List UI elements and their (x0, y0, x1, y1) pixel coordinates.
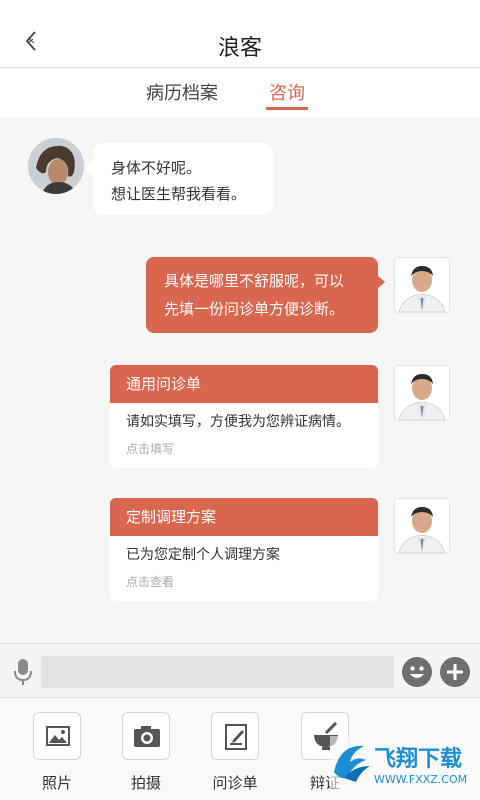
doctor-avatar[interactable] (394, 365, 450, 421)
doctor-message-line: 具体是哪里不舒服呢，可以 (164, 272, 345, 290)
tool-label: 问诊单 (212, 774, 258, 792)
tool-label: 拍摄 (130, 774, 161, 792)
photo-tool[interactable]: 照片 (22, 712, 92, 793)
emoji-button[interactable] (402, 657, 432, 687)
form-tool[interactable]: 问诊单 (200, 712, 270, 793)
patient-message-bubble: 身体不好呢。 想让医生帮我看看。 (86, 143, 273, 215)
watermark-url: WWW.FXXZ.COM (374, 773, 467, 786)
patient-message-line: 身体不好呢。 (111, 159, 202, 177)
tab-consultation[interactable]: 咨询 (269, 79, 305, 105)
form-icon (211, 712, 259, 760)
doctor-message-bubble: 具体是哪里不舒服呢，可以 先填一份问诊单方便诊断。 (146, 257, 385, 333)
active-tab-indicator (266, 107, 308, 110)
doctor-avatar-image (395, 499, 449, 553)
microphone-icon[interactable] (12, 658, 34, 686)
tab-medical-records[interactable]: 病历档案 (146, 79, 218, 105)
tool-label: 照片 (41, 774, 72, 792)
card-title: 定制调理方案 (110, 498, 378, 536)
page-title: 浪客 (217, 36, 262, 61)
message-input[interactable] (41, 656, 394, 688)
doctor-message-line: 先填一份问诊单方便诊断。 (164, 300, 345, 318)
watermark-brand: 飞翔下载 (374, 746, 462, 772)
more-options-button[interactable] (440, 657, 470, 687)
message-input-bar (0, 643, 480, 697)
camera-tool[interactable]: 拍摄 (111, 712, 181, 793)
doctor-avatar-image (395, 258, 449, 312)
custom-plan-card[interactable]: 定制调理方案 已为您定制个人调理方案 点击查看 (110, 498, 378, 601)
tab-bar: 病历档案 咨询 (0, 69, 480, 117)
site-watermark: 飞翔下载 WWW.FXXZ.COM (330, 736, 476, 792)
doctor-avatar[interactable] (394, 257, 450, 313)
patient-message-line: 想让医生帮我看看。 (111, 185, 247, 203)
top-bar: 浪客 (0, 0, 480, 68)
consultation-form-card[interactable]: 通用问诊单 请如实填写，方便我为您辨证病情。 点击填写 (110, 365, 378, 468)
camera-icon (122, 712, 170, 760)
patient-avatar-image (28, 138, 84, 194)
photo-icon (33, 712, 81, 760)
doctor-avatar[interactable] (394, 498, 450, 554)
patient-avatar[interactable] (28, 138, 84, 194)
card-title: 通用问诊单 (110, 365, 378, 403)
watermark-logo-icon: 飞翔下载 WWW.FXXZ.COM (330, 736, 476, 792)
card-description: 请如实填写，方便我为您辨证病情。 (126, 414, 350, 430)
card-action-link[interactable]: 点击查看 (110, 566, 378, 592)
card-description: 已为您定制个人调理方案 (126, 547, 280, 563)
card-action-link[interactable]: 点击填写 (110, 433, 378, 459)
plus-icon (447, 664, 463, 680)
smiley-icon (410, 666, 424, 678)
doctor-avatar-image (395, 366, 449, 420)
